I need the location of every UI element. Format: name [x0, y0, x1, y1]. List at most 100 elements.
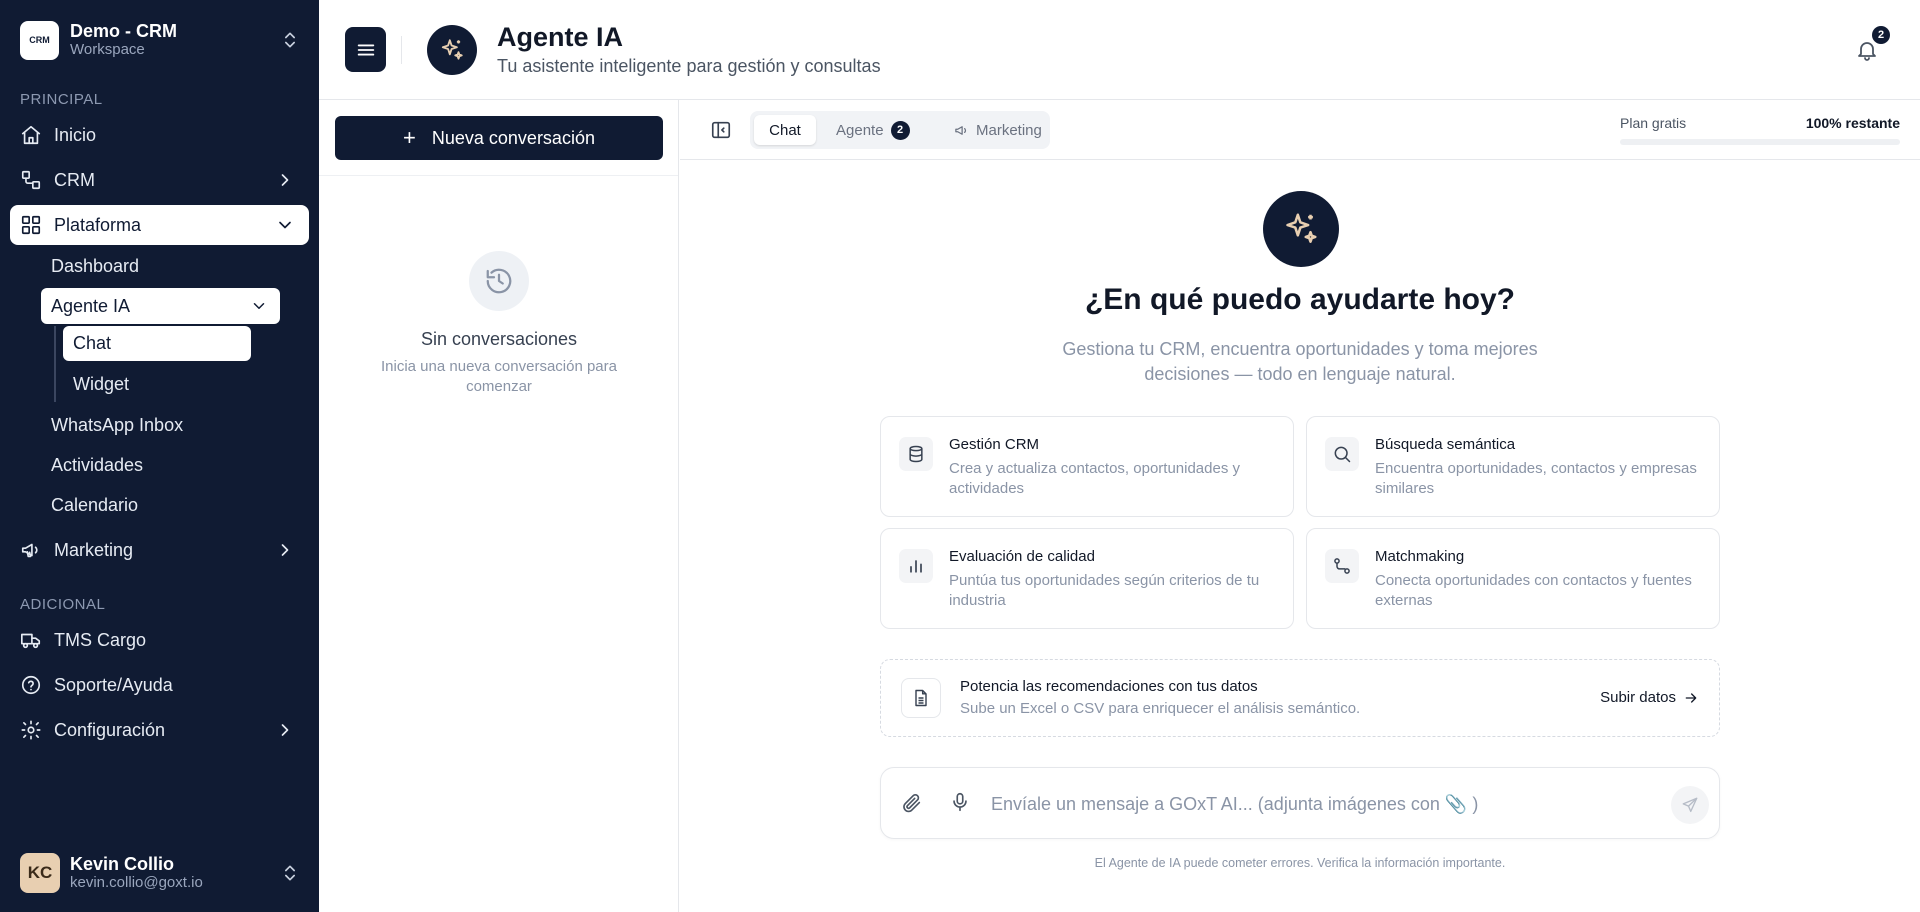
empty-state-subtitle: Inicia una nueva conversación para comen… [381, 358, 617, 395]
sidebar-item-actividades[interactable]: Actividades [51, 455, 143, 476]
page-title: Agente IA [497, 22, 624, 52]
divider [319, 175, 678, 176]
plus-icon: + [403, 125, 416, 150]
sidebar-item-plataforma[interactable]: Plataforma [10, 205, 309, 245]
history-badge [469, 251, 529, 311]
page-header: Agente IA Tu asistente inteligente para … [319, 0, 1920, 100]
plan-label: Plan gratis [1620, 115, 1687, 131]
card-description: Puntúa tus oportunidades según criterios… [949, 572, 1260, 609]
card-description: Crea y actualiza contactos, oportunidade… [949, 460, 1240, 497]
tab-badge: 2 [890, 120, 910, 140]
chevron-down-icon [279, 221, 291, 229]
notification-badge: 2 [1872, 26, 1890, 44]
sidebar-item-chat[interactable]: Chat [63, 326, 251, 361]
sparkles-icon [1286, 213, 1317, 243]
send-icon [1682, 797, 1698, 813]
upload-link-label: Subir datos [1600, 689, 1676, 706]
sidebar-item-widget[interactable]: Widget [73, 374, 129, 395]
sidebar-item-calendario[interactable]: Calendario [51, 495, 138, 516]
card-title: Búsqueda semántica [1375, 436, 1516, 453]
card-description: Conecta oportunidades con contactos y fu… [1375, 572, 1692, 609]
chat-toolbar: Chat Agente 2 Marketing Plan gratis 100%… [680, 100, 1920, 160]
chevron-down-icon [253, 303, 265, 309]
file-spreadsheet-icon [915, 689, 927, 707]
sparkles-badge [427, 25, 477, 75]
hero-title: ¿En qué puedo ayudarte hoy? [1084, 283, 1516, 316]
card-icon-badge [899, 549, 933, 583]
chevron-right-icon [281, 724, 289, 736]
sidebar-item-soporte[interactable]: Soporte/Ayuda [10, 665, 309, 705]
suggestion-card-crm[interactable]: Gestión CRM Crea y actualiza contactos, … [880, 416, 1294, 517]
message-input[interactable] [991, 788, 1651, 820]
history-icon [486, 268, 512, 294]
sidebar-item-dashboard[interactable]: Dashboard [51, 256, 139, 277]
file-badge [901, 678, 941, 718]
user-name: Kevin Collio [70, 854, 175, 874]
new-conversation-label: Nueva conversación [431, 127, 595, 148]
plan-remaining: 100% restante [1805, 115, 1900, 131]
search-icon [1334, 446, 1351, 463]
tree-line [54, 326, 56, 402]
tab-label: Agente [836, 121, 884, 139]
new-conversation-button[interactable]: + Nueva conversación [335, 116, 663, 160]
upload-data-link[interactable]: Subir datos [1600, 689, 1699, 706]
database-icon [909, 445, 923, 463]
sparkles-badge [1263, 191, 1339, 267]
sidebar-item-label: CRM [54, 169, 95, 190]
card-title: Gestión CRM [949, 436, 1040, 453]
workspace-logo: CRM [20, 20, 59, 60]
chevron-right-icon [281, 544, 289, 556]
sidebar-item-whatsapp-inbox[interactable]: WhatsApp Inbox [51, 415, 183, 436]
section-label-principal: PRINCIPAL [20, 91, 103, 108]
tab-agente[interactable]: Agente 2 [830, 115, 910, 145]
conversations-panel: + Nueva conversación Sin conversaciones … [319, 100, 679, 912]
user-menu[interactable]: KC Kevin Collio kevin.collio@goxt.io [20, 852, 300, 894]
paperclip-icon[interactable] [901, 792, 923, 814]
hero-subtitle: Gestiona tu CRM, encuentra oportunidades… [1062, 339, 1538, 384]
header-divider [401, 36, 402, 64]
sparkles-icon [441, 39, 463, 60]
sidebar-item-inicio[interactable]: Inicio [10, 115, 309, 155]
card-description: Encuentra oportunidades, contactos y emp… [1375, 460, 1697, 497]
help-circle-icon [21, 675, 41, 695]
card-icon-badge [1325, 437, 1359, 471]
card-title: Evaluación de calidad [949, 548, 1095, 565]
plan-progress-bar [1620, 139, 1900, 145]
megaphone-icon [955, 125, 967, 135]
workspace-switcher[interactable]: CRM Demo - CRM Workspace [20, 20, 300, 60]
tab-chat[interactable]: Chat [754, 115, 816, 145]
sidebar-item-label: Configuración [54, 719, 166, 740]
megaphone-icon [21, 543, 38, 558]
sidebar-item-agente-ia[interactable]: Agente IA [41, 288, 280, 324]
disclaimer-text: El Agente de IA puede cometer errores. V… [1094, 856, 1506, 870]
section-label-adicional: ADICIONAL [20, 596, 106, 613]
upload-data-banner: Potencia las recomendaciones con tus dat… [880, 659, 1720, 737]
upload-title: Potencia las recomendaciones con tus dat… [960, 678, 1258, 695]
workspace-name: Demo - CRM [70, 21, 177, 41]
home-icon [21, 125, 41, 145]
sidebar-item-tms-cargo[interactable]: TMS Cargo [10, 620, 309, 660]
suggestion-card-matchmaking[interactable]: Matchmaking Conecta oportunidades con co… [1306, 528, 1720, 629]
suggestion-card-quality[interactable]: Evaluación de calidad Puntúa tus oportun… [880, 528, 1294, 629]
send-button[interactable] [1671, 786, 1709, 824]
panel-left-icon[interactable] [710, 119, 732, 141]
sidebar-item-label: Marketing [54, 539, 134, 560]
user-email: kevin.collio@goxt.io [70, 874, 203, 891]
tab-marketing[interactable]: Marketing [950, 115, 1042, 145]
sidebar-item-crm[interactable]: CRM [10, 160, 309, 200]
message-composer [880, 767, 1720, 839]
sidebar-item-label: TMS Cargo [54, 629, 147, 650]
sidebar-item-configuracion[interactable]: Configuración [10, 710, 309, 750]
chevrons-up-down-icon [285, 32, 295, 48]
avatar: KC [20, 853, 60, 893]
menu-button[interactable] [345, 27, 386, 72]
sidebar-item-marketing[interactable]: Marketing [10, 530, 309, 570]
route-icon [1334, 558, 1350, 574]
card-title: Matchmaking [1375, 548, 1465, 565]
settings-icon [21, 720, 41, 740]
card-icon-badge [1325, 549, 1359, 583]
suggestion-card-semantic-search[interactable]: Búsqueda semántica Encuentra oportunidad… [1306, 416, 1720, 517]
layout-grid-icon [21, 215, 41, 235]
microphone-icon[interactable] [949, 791, 971, 813]
tab-label: Chat [769, 121, 801, 139]
